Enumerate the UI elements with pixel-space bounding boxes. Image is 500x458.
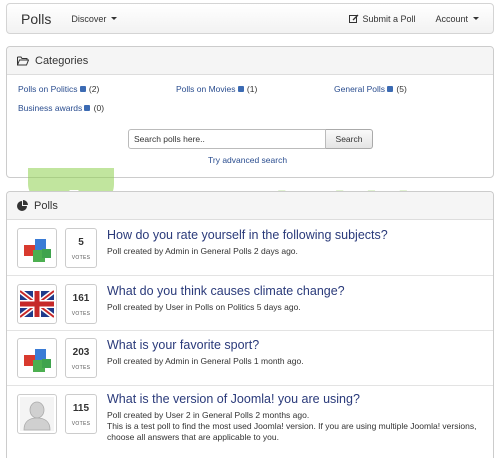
poll-item: 5 VOTES How do you rate yourself in the … xyxy=(7,221,493,276)
poll-meta: Poll created by User 2 in General Polls … xyxy=(107,410,310,420)
top-navbar: Polls Discover Submit a Poll Account xyxy=(6,3,494,34)
votes-label: VOTES xyxy=(71,311,91,317)
polls-panel: Polls 5 VOTES How do you rate yourself i… xyxy=(6,191,494,458)
category-label: Polls on Politics xyxy=(18,84,78,94)
account-label: Account xyxy=(435,13,468,24)
poll-item: 203 VOTES What is your favorite sport? P… xyxy=(7,330,493,385)
poll-description: This is a test poll to find the most use… xyxy=(107,421,477,442)
category-count: (0) xyxy=(93,103,105,113)
rss-icon[interactable] xyxy=(79,85,86,92)
poll-thumbnail[interactable] xyxy=(17,284,57,324)
poll-thumbnail[interactable] xyxy=(17,394,57,434)
brand-title[interactable]: Polls xyxy=(7,11,65,27)
vote-count-box: 115 VOTES xyxy=(65,394,97,434)
submit-poll-link[interactable]: Submit a Poll xyxy=(343,14,421,24)
advanced-search-link[interactable]: Try advanced search xyxy=(208,155,287,165)
poll-thumbnail[interactable] xyxy=(17,228,57,268)
poll-thumbnail[interactable] xyxy=(17,338,57,378)
rss-icon[interactable] xyxy=(237,85,244,92)
rss-icon[interactable] xyxy=(387,85,394,92)
submit-poll-label: Submit a Poll xyxy=(362,13,416,24)
search-button[interactable]: Search xyxy=(326,129,373,149)
votes-label: VOTES xyxy=(71,255,91,261)
poll-title[interactable]: How do you rate yourself in the followin… xyxy=(107,228,388,242)
category-general[interactable]: General Polls (5) xyxy=(334,84,407,94)
category-count: (5) xyxy=(396,84,407,94)
votes-label: VOTES xyxy=(71,421,91,427)
poll-title[interactable]: What is your favorite sport? xyxy=(107,338,259,352)
vote-count: 115 xyxy=(72,403,90,414)
chevron-down-icon xyxy=(111,17,118,20)
categories-header: Categories xyxy=(7,47,493,75)
poll-title[interactable]: What do you think causes climate change? xyxy=(107,284,345,298)
account-menu[interactable]: Account xyxy=(421,14,493,24)
category-politics[interactable]: Polls on Politics (2) xyxy=(18,84,99,94)
polls-title: Polls xyxy=(34,199,58,212)
cubes-icon xyxy=(24,349,51,372)
vote-count-box: 5 VOTES xyxy=(65,228,97,268)
vote-count: 203 xyxy=(72,347,90,358)
folder-open-icon xyxy=(17,56,29,65)
discover-label: Discover xyxy=(71,13,107,24)
user-avatar-icon xyxy=(20,397,54,431)
vote-count-box: 203 VOTES xyxy=(65,338,97,378)
category-movies[interactable]: Polls on Movies (1) xyxy=(176,84,257,94)
poll-title[interactable]: What is the version of Joomla! you are u… xyxy=(107,392,360,406)
uk-flag-icon xyxy=(20,289,54,319)
edit-icon xyxy=(349,14,359,23)
category-label: Polls on Movies xyxy=(176,84,236,94)
discover-menu[interactable]: Discover xyxy=(65,14,123,24)
polls-header: Polls xyxy=(7,192,493,220)
vote-count-box: 161 VOTES xyxy=(65,284,97,324)
cubes-icon xyxy=(24,239,51,262)
poll-meta: Poll created by Admin in General Polls 2… xyxy=(107,246,298,256)
votes-label: VOTES xyxy=(71,365,91,371)
poll-meta: Poll created by User in Polls on Politic… xyxy=(107,302,301,312)
poll-item: 115 VOTES What is the version of Joomla!… xyxy=(7,385,493,458)
rss-icon[interactable] xyxy=(84,104,91,111)
category-label: Business awards xyxy=(18,103,83,113)
category-label: General Polls xyxy=(334,84,386,94)
category-count: (2) xyxy=(88,84,100,94)
poll-meta: Poll created by Admin in General Polls 1… xyxy=(107,356,304,366)
poll-item: 161 VOTES What do you think causes clima… xyxy=(7,275,493,330)
category-business[interactable]: Business awards (0) xyxy=(18,103,104,113)
vote-count: 5 xyxy=(78,237,84,248)
category-count: (1) xyxy=(246,84,258,94)
categories-panel: Categories Polls on Politics (2) Polls o… xyxy=(6,46,494,178)
search-input[interactable] xyxy=(128,129,326,149)
search-form: Search xyxy=(128,129,373,149)
vote-count: 161 xyxy=(72,293,90,304)
chevron-down-icon xyxy=(473,17,479,20)
categories-title: Categories xyxy=(35,54,89,67)
pie-chart-icon xyxy=(17,200,28,211)
